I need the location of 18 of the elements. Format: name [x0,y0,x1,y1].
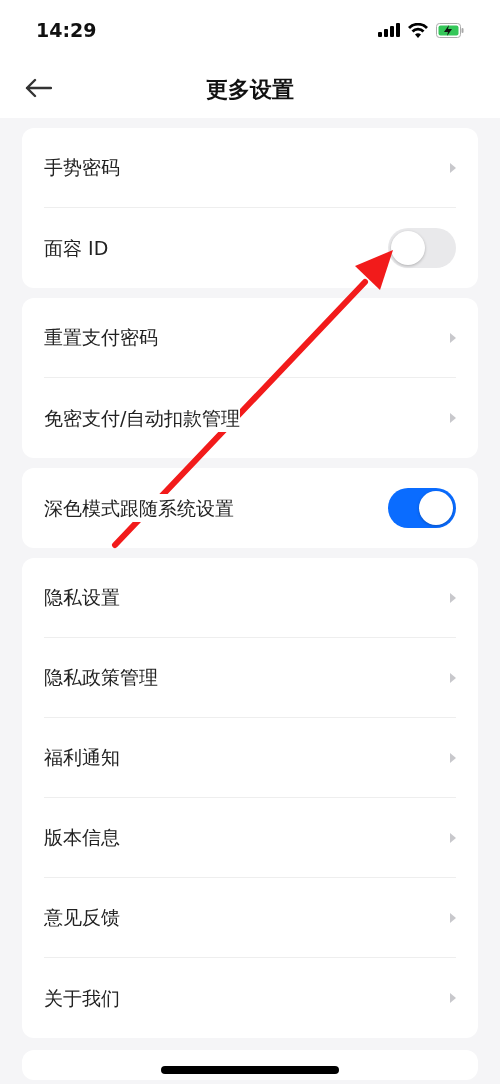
chevron-icon [450,672,456,683]
toggle-switch[interactable] [388,228,456,268]
wifi-icon [408,22,428,38]
chevron-icon [450,912,456,923]
chevron-icon [450,332,456,343]
signal-icon [378,23,400,37]
chevron-icon [450,592,456,603]
page-title: 更多设置 [206,75,294,104]
status-time: 14:29 [36,17,97,43]
chevron-icon [450,162,456,173]
chevron-icon [450,993,456,1003]
back-arrow-icon[interactable] [24,78,52,98]
chevron-icon [450,752,456,763]
battery-charging-icon [436,22,464,38]
chevron-icon [450,832,456,843]
setting-label[interactable]: 深色模式跟随系统设置 [44,493,234,523]
chevron-icon [450,413,456,423]
toggle-switch[interactable] [388,488,456,528]
